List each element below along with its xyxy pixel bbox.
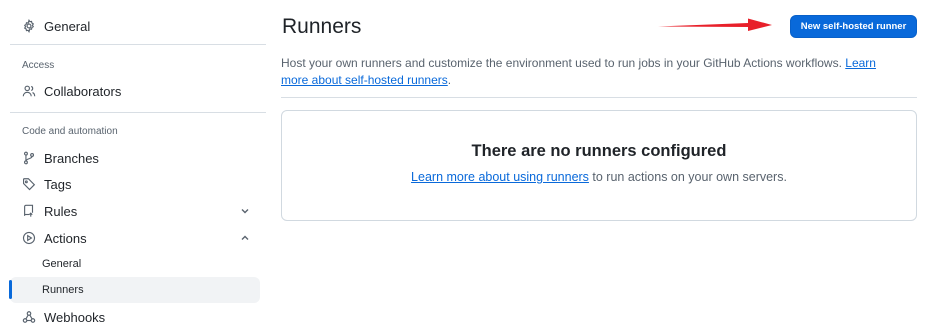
chevron-up-icon[interactable] — [238, 231, 252, 245]
sidebar-item-label: General — [44, 18, 91, 34]
git-branch-icon — [22, 151, 36, 165]
sidebar-item-actions[interactable]: Actions — [10, 225, 260, 251]
sidebar-item-tags[interactable]: Tags — [10, 171, 260, 197]
sidebar-item-label: Webhooks — [44, 309, 106, 325]
sidebar-item-actions-general[interactable]: General — [10, 251, 260, 277]
active-indicator — [9, 280, 12, 299]
sidebar-item-label: Branches — [44, 150, 99, 166]
sidebar-item-label: Actions — [44, 230, 87, 246]
settings-sidebar: General Access Collaborators Code and au… — [0, 0, 266, 333]
description-end: . — [447, 73, 452, 87]
empty-state-title: There are no runners configured — [471, 142, 727, 160]
empty-state-box: There are no runners configured Learn mo… — [281, 110, 917, 221]
sidebar-divider — [10, 112, 266, 113]
webhook-icon — [22, 310, 36, 324]
learn-more-runners-link[interactable]: Learn more about using runners — [411, 170, 589, 184]
section-divider — [281, 97, 917, 98]
sidebar-item-collaborators[interactable]: Collaborators — [10, 78, 260, 104]
section-heading-access: Access — [22, 60, 55, 71]
sidebar-divider — [10, 44, 266, 45]
sidebar-item-label: Rules — [44, 203, 78, 219]
tag-icon — [22, 177, 36, 191]
chevron-down-icon[interactable] — [238, 204, 252, 218]
sidebar-item-label: Collaborators — [44, 83, 122, 99]
sidebar-item-general[interactable]: General — [10, 13, 260, 39]
new-self-hosted-runner-button[interactable]: New self-hosted runner — [790, 15, 917, 38]
sidebar-item-label: Tags — [44, 176, 72, 192]
repo-push-icon — [22, 204, 36, 218]
annotation-arrow-icon — [658, 18, 772, 31]
sidebar-item-label: Runners — [42, 284, 84, 296]
sidebar-item-label: General — [42, 258, 82, 270]
empty-state-text: to run actions on your own servers. — [588, 170, 787, 184]
play-circle-icon — [22, 231, 36, 245]
section-heading-code-automation: Code and automation — [22, 126, 118, 137]
gear-icon — [22, 19, 36, 33]
description-text: Host your own runners and customize the … — [281, 56, 846, 70]
sidebar-item-rules[interactable]: Rules — [10, 198, 260, 224]
page-description: Host your own runners and customize the … — [281, 55, 901, 89]
sidebar-item-webhooks[interactable]: Webhooks — [10, 304, 260, 330]
page-title: Runners — [282, 15, 362, 38]
empty-state-description: Learn more about using runners to run ac… — [282, 170, 916, 184]
people-icon — [22, 84, 36, 98]
sidebar-item-branches[interactable]: Branches — [10, 145, 260, 171]
sidebar-item-actions-runners[interactable]: Runners — [10, 277, 260, 303]
